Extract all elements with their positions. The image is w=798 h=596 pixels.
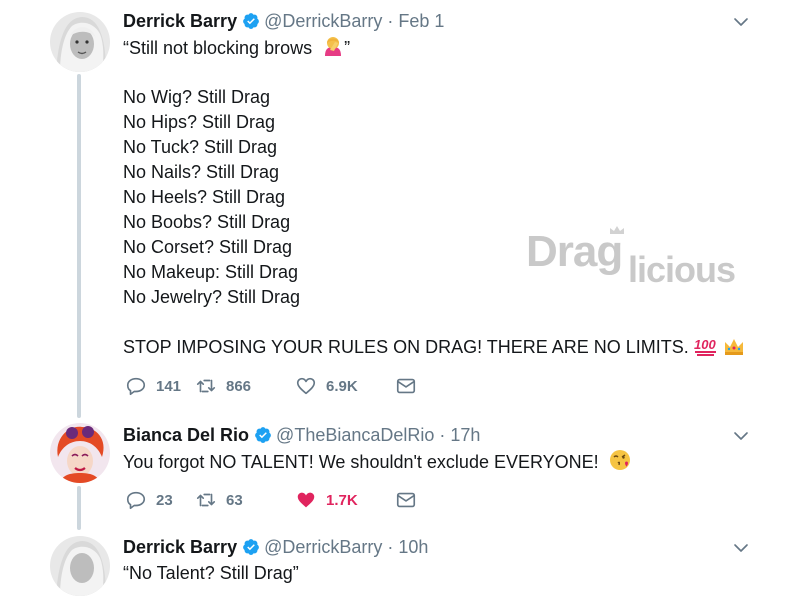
verified-badge-icon	[243, 13, 259, 29]
timestamp[interactable]: 17h	[450, 425, 480, 446]
avatar[interactable]	[50, 12, 110, 72]
facepalm-woman-emoji	[325, 37, 342, 56]
tweet-header: Derrick Barry @DerrickBarry · Feb 1	[123, 8, 444, 34]
like-button[interactable]: 6.9K	[295, 375, 395, 397]
retweet-icon	[196, 493, 216, 507]
dragilicious-watermark-logo: Drag licious	[526, 226, 736, 290]
direct-message-button[interactable]	[395, 375, 417, 397]
envelope-icon	[396, 378, 416, 394]
retweet-icon	[196, 379, 216, 393]
heart-filled-icon	[297, 492, 315, 508]
text-line: You forgot NO TALENT! We shouldn't exclu…	[123, 452, 599, 472]
thread-line	[77, 486, 81, 530]
text-line: No Heels? Still Drag	[123, 187, 286, 207]
display-name[interactable]: Derrick Barry	[123, 537, 237, 558]
timestamp[interactable]: 10h	[398, 537, 428, 558]
tweet-text: “No Talent? Still Drag”	[123, 561, 299, 586]
svg-text:Drag: Drag	[526, 227, 622, 276]
heart-outline-icon	[296, 377, 316, 395]
retweet-button[interactable]: 866	[195, 375, 295, 397]
face-blowing-kiss-emoji	[609, 450, 630, 470]
reply-count: 141	[156, 377, 182, 395]
avatar[interactable]	[50, 423, 110, 483]
svg-text:100: 100	[694, 337, 716, 352]
like-button[interactable]: 1.7K	[295, 489, 395, 511]
handle[interactable]: @DerrickBarry	[264, 537, 382, 558]
tweet-actions: 23 63 1.7K	[125, 487, 417, 513]
retweet-count: 63	[226, 491, 243, 509]
text-line: No Wig? Still Drag	[123, 87, 271, 107]
tweet-text: “Still not blocking brows ” No Wig? Stil…	[123, 35, 745, 360]
separator-dot: ·	[387, 536, 394, 557]
envelope-icon	[396, 492, 416, 508]
separator-dot: ·	[387, 10, 394, 31]
chevron-down-icon[interactable]	[732, 13, 750, 31]
retweet-count: 866	[226, 377, 252, 395]
reply-button[interactable]: 23	[125, 489, 195, 511]
chevron-down-icon[interactable]	[732, 539, 750, 557]
chevron-down-icon[interactable]	[732, 427, 750, 445]
text-line	[123, 310, 745, 335]
verified-badge-icon	[243, 539, 259, 555]
display-name[interactable]: Bianca Del Rio	[123, 425, 249, 446]
text-line: STOP IMPOSING YOUR RULES ON DRAG! THERE …	[123, 337, 689, 357]
reply-count: 23	[156, 491, 173, 509]
tweet-header: Bianca Del Rio @TheBiancaDelRio · 17h	[123, 422, 480, 448]
text-line: No Nails? Still Drag	[123, 162, 280, 182]
avatar[interactable]	[50, 536, 110, 596]
like-count: 1.7K	[326, 491, 358, 509]
text-line	[123, 60, 745, 85]
svg-text:licious: licious	[628, 249, 735, 290]
retweet-button[interactable]: 63	[195, 489, 295, 511]
reply-button[interactable]: 141	[125, 375, 195, 397]
tweet-header: Derrick Barry @DerrickBarry · 10h	[123, 534, 428, 560]
tweet-actions: 141 866 6.9K	[125, 373, 417, 399]
tweet-text: You forgot NO TALENT! We shouldn't exclu…	[123, 449, 631, 474]
text-line: “No Talent? Still Drag”	[123, 563, 299, 583]
separator-dot: ·	[439, 424, 446, 445]
reply-icon	[126, 491, 146, 510]
text-line: No Tuck? Still Drag	[123, 137, 278, 157]
display-name[interactable]: Derrick Barry	[123, 11, 237, 32]
handle[interactable]: @DerrickBarry	[264, 11, 382, 32]
like-count: 6.9K	[326, 377, 358, 395]
timestamp[interactable]: Feb 1	[398, 11, 444, 32]
handle[interactable]: @TheBiancaDelRio	[276, 425, 434, 446]
text-line: “Still not blocking brows	[123, 38, 313, 58]
quote-mark: ”	[344, 38, 351, 58]
hundred-points-emoji: 100	[694, 337, 716, 356]
thread-line	[77, 74, 81, 418]
verified-badge-icon	[255, 427, 271, 443]
reply-icon	[126, 377, 146, 396]
text-line: No Hips? Still Drag	[123, 112, 276, 132]
direct-message-button[interactable]	[395, 489, 417, 511]
crown-emoji	[724, 339, 743, 355]
